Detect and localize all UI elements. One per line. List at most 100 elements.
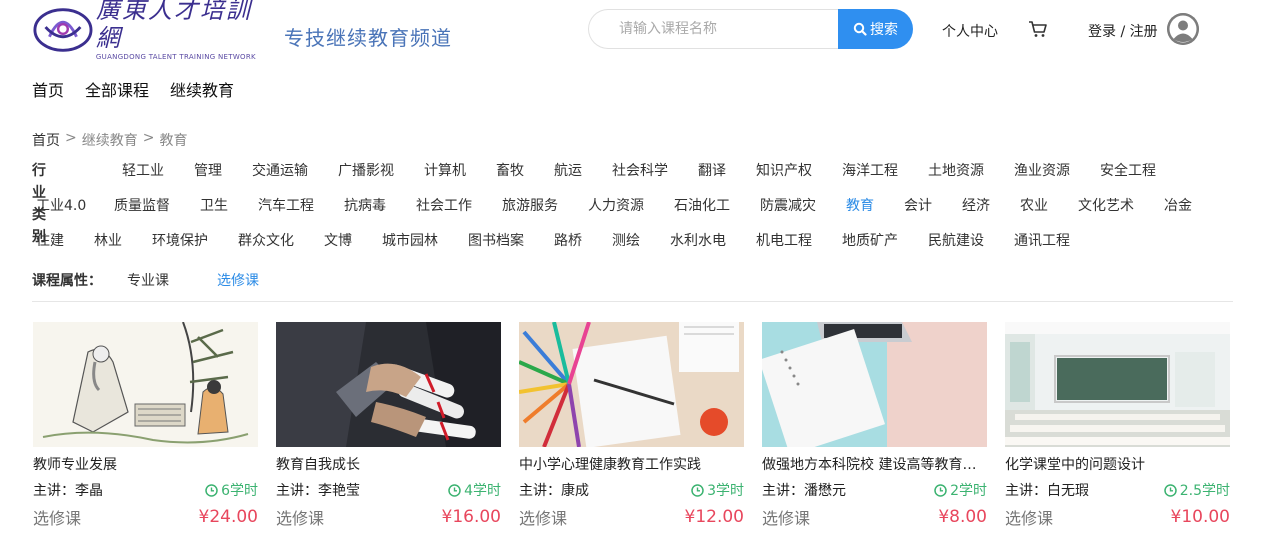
main-nav: 首页 全部课程 继续教育 (32, 80, 255, 102)
breadcrumb-education[interactable]: 教育 (159, 130, 187, 150)
category-item[interactable]: 质量监督 (114, 195, 170, 217)
course-hours-value: 2学时 (950, 483, 987, 499)
course-card[interactable]: 化学课堂中的问题设计 主讲：白无瑕 2.5学时 选修课 ¥10.00 (1005, 322, 1230, 542)
ink-painting-image (33, 322, 258, 447)
attribute-professional[interactable]: 专业课 (127, 270, 169, 292)
nav-continuing-education[interactable]: 继续教育 (170, 80, 234, 102)
course-thumbnail[interactable] (1005, 322, 1230, 447)
course-teacher: 主讲：白无瑕 (1005, 483, 1089, 499)
logo-icon (33, 8, 93, 52)
category-item[interactable]: 工业4.0 (36, 195, 86, 217)
breadcrumb: 首页 > 继续教育 > 教育 (32, 130, 187, 150)
category-item[interactable]: 群众文化 (238, 230, 294, 252)
cart-icon[interactable] (1028, 19, 1048, 39)
course-title[interactable]: 做强地方本科院校 建设高等教育强... (762, 454, 987, 474)
category-item[interactable]: 通讯工程 (1014, 230, 1070, 252)
colored-pencils-image (519, 322, 744, 447)
category-item[interactable]: 图书档案 (468, 230, 524, 252)
category-item[interactable]: 文博 (324, 230, 352, 252)
category-item[interactable]: 测绘 (612, 230, 640, 252)
course-thumbnail[interactable] (519, 322, 744, 447)
category-item[interactable]: 石油化工 (674, 195, 730, 217)
category-item[interactable]: 广播影视 (338, 160, 394, 182)
category-item[interactable]: 计算机 (424, 160, 466, 182)
course-title[interactable]: 教育自我成长 (276, 454, 501, 474)
category-item[interactable]: 人力资源 (588, 195, 644, 217)
personal-center-link[interactable]: 个人中心 (942, 21, 998, 41)
search-icon (853, 22, 867, 36)
category-item[interactable]: 渔业资源 (1014, 160, 1070, 182)
course-thumbnail[interactable] (762, 322, 987, 447)
category-item[interactable]: 知识产权 (756, 160, 812, 182)
category-item[interactable]: 卫生 (200, 195, 228, 217)
breadcrumb-continuing-education[interactable]: 继续教育 (82, 130, 138, 150)
nav-all-courses[interactable]: 全部课程 (85, 80, 149, 102)
category-item[interactable]: 翻译 (698, 160, 726, 182)
category-item[interactable]: 畜牧 (496, 160, 524, 182)
course-thumbnail[interactable] (276, 322, 501, 447)
search-bar: 搜索 (588, 9, 913, 49)
course-type: 选修课 (276, 509, 325, 528)
category-item[interactable]: 民航建设 (928, 230, 984, 252)
category-item[interactable]: 防震减灾 (760, 195, 816, 217)
category-item[interactable]: 环境保护 (152, 230, 208, 252)
graduation-diploma-image (276, 322, 501, 447)
category-item[interactable]: 城市园林 (382, 230, 438, 252)
category-item[interactable]: 轻工业 (122, 160, 164, 182)
attribute-elective-active[interactable]: 选修课 (217, 270, 259, 292)
divider (32, 301, 1233, 302)
category-item[interactable]: 水利水电 (670, 230, 726, 252)
category-item[interactable]: 林业 (94, 230, 122, 252)
course-card[interactable]: 中小学心理健康教育工作实践 主讲：康成 3学时 选修课 ¥12.00 (519, 322, 744, 542)
course-type: 选修课 (1005, 509, 1054, 528)
course-type: 选修课 (762, 509, 811, 528)
course-card[interactable]: 教育自我成长 主讲：李艳莹 4学时 选修课 ¥16.00 (276, 322, 501, 542)
breadcrumb-home[interactable]: 首页 (32, 130, 60, 150)
category-item[interactable]: 会计 (904, 195, 932, 217)
category-item[interactable]: 安全工程 (1100, 160, 1156, 182)
course-price: ¥12.00 (684, 507, 744, 527)
category-item[interactable]: 路桥 (554, 230, 582, 252)
category-item[interactable]: 机电工程 (756, 230, 812, 252)
course-price: ¥10.00 (1170, 507, 1230, 527)
category-item[interactable]: 文化艺术 (1078, 195, 1134, 217)
category-item-active[interactable]: 教育 (846, 195, 874, 217)
logo-chinese-text: 廣東人才培訓網 (95, 0, 252, 52)
course-hours-value: 3学时 (707, 483, 744, 499)
category-item[interactable]: 经济 (962, 195, 990, 217)
search-button-label: 搜索 (870, 22, 898, 38)
search-input[interactable] (588, 9, 840, 49)
category-item[interactable]: 管理 (194, 160, 222, 182)
category-item[interactable]: 农业 (1020, 195, 1048, 217)
category-item[interactable]: 海洋工程 (842, 160, 898, 182)
category-item[interactable]: 社会工作 (416, 195, 472, 217)
course-card[interactable]: 教师专业发展 主讲：李晶 6学时 选修课 ¥24.00 (33, 322, 258, 542)
site-logo[interactable]: 廣東人才培訓網 GUANGDONG TALENT TRAINING NETWOR… (32, 0, 272, 61)
nav-home[interactable]: 首页 (32, 80, 64, 102)
search-button[interactable]: 搜索 (838, 9, 913, 49)
category-item[interactable]: 汽车工程 (258, 195, 314, 217)
clock-icon (205, 483, 218, 497)
category-item[interactable]: 地质矿产 (842, 230, 898, 252)
category-item[interactable]: 冶金 (1164, 195, 1192, 217)
avatar[interactable] (1167, 13, 1199, 45)
course-title[interactable]: 化学课堂中的问题设计 (1005, 454, 1230, 474)
breadcrumb-separator: > (65, 130, 77, 146)
category-item[interactable]: 住建 (36, 230, 64, 252)
attribute-label: 课程属性： (32, 273, 102, 289)
user-icon (1167, 13, 1199, 45)
category-item[interactable]: 社会科学 (612, 160, 668, 182)
category-item[interactable]: 抗病毒 (344, 195, 386, 217)
course-thumbnail[interactable] (33, 322, 258, 447)
course-hours: 2学时 (934, 480, 987, 500)
clock-icon (691, 483, 704, 497)
category-item[interactable]: 交通运输 (252, 160, 308, 182)
course-card[interactable]: 做强地方本科院校 建设高等教育强... 主讲：潘懋元 2学时 选修课 ¥8.00 (762, 322, 987, 542)
course-title[interactable]: 中小学心理健康教育工作实践 (519, 454, 744, 474)
category-item[interactable]: 航运 (554, 160, 582, 182)
category-item[interactable]: 土地资源 (928, 160, 984, 182)
course-title[interactable]: 教师专业发展 (33, 454, 258, 474)
logo-english-text: GUANGDONG TALENT TRAINING NETWORK (95, 53, 256, 61)
category-item[interactable]: 旅游服务 (502, 195, 558, 217)
login-register-link[interactable]: 登录 / 注册 (1088, 21, 1158, 41)
